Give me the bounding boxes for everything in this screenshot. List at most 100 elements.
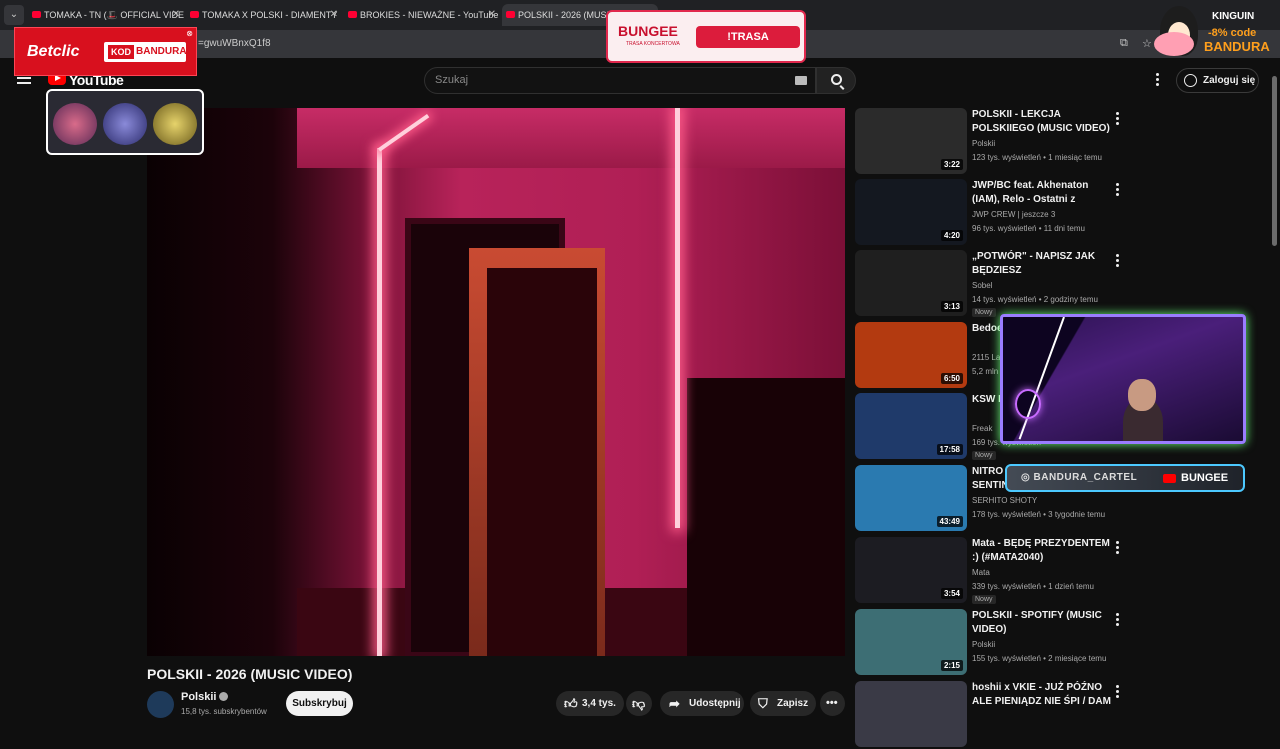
recommended-title[interactable]: POLSKII - LEKCJA POLSKIIEGO (MUSIC VIDEO… <box>972 108 1112 136</box>
video-thumbnail[interactable]: 3:13 <box>855 250 967 316</box>
recommended-channel[interactable]: Sobel <box>972 281 992 290</box>
video-frame <box>147 108 845 656</box>
recommended-title[interactable]: POLSKII - SPOTIFY (MUSIC VIDEO) <box>972 609 1112 637</box>
account-icon <box>1184 74 1197 87</box>
video-thumbnail[interactable]: 3:22 <box>855 108 967 174</box>
kinguin-discount: -8% code <box>1208 27 1257 39</box>
video-thumbnail[interactable]: 3:54 <box>855 537 967 603</box>
tab-label: TOMAKA - TN (🎩 OFFICIAL VIDEO) <box>44 10 184 20</box>
dislike-button[interactable]: 👎︎ <box>626 691 652 716</box>
emote-icon <box>53 103 97 145</box>
video-thumbnail[interactable] <box>855 681 967 747</box>
recommended-title[interactable]: JWP/BC feat. Akhenaton (IAM), Relo - Ost… <box>972 179 1112 207</box>
bookmark-star-icon[interactable]: ☆ <box>1142 37 1152 50</box>
more-actions-button[interactable]: ••• <box>820 691 845 716</box>
recommended-video[interactable]: 3:54 Mata - BĘDĘ PREZYDENTEM :) (#MATA204… <box>855 537 1125 605</box>
tab-list-dropdown[interactable]: ⌄ <box>4 5 24 25</box>
kinguin-ad-overlay: KINGUIN -8% code BANDURA <box>1154 2 1278 58</box>
channel-avatar[interactable] <box>147 691 174 718</box>
browser-tab[interactable]: BROKIES - NIEWAŻNE - YouTube ✕ <box>344 4 500 26</box>
verified-icon <box>219 692 229 701</box>
more-options-icon[interactable] <box>1116 541 1119 556</box>
more-options-icon[interactable] <box>1116 112 1119 127</box>
video-duration: 3:54 <box>940 588 963 599</box>
promo-code-box: KOD BANDURA <box>104 42 187 62</box>
streamer-webcam-overlay <box>1000 314 1246 444</box>
recommended-channel[interactable]: Freak <box>972 424 992 433</box>
bookmark-icon: ⛉ <box>758 696 768 711</box>
recommended-video[interactable]: 4:20 JWP/BC feat. Akhenaton (IAM), Relo -… <box>855 179 1125 247</box>
close-tab-icon[interactable]: ✕ <box>330 4 338 26</box>
recommended-meta: 96 tys. wyświetleń • 11 dni temu <box>972 224 1085 233</box>
youtube-icon <box>1163 474 1176 483</box>
recommended-video[interactable]: hoshii x VKIE - JUŻ PÓŹNO ALE PIENIĄDZ N… <box>855 681 1125 749</box>
close-tab-icon[interactable]: ✕ <box>488 4 496 26</box>
streamer-head <box>1128 379 1156 411</box>
scrollbar[interactable] <box>1272 66 1278 720</box>
video-duration: 3:13 <box>940 301 963 312</box>
recommended-channel[interactable]: Polskii <box>972 139 995 148</box>
browser-tab[interactable]: TOMAKA - TN (🎩 OFFICIAL VIDEO) ✕ <box>28 4 184 26</box>
close-tab-icon[interactable]: ✕ <box>172 4 180 26</box>
video-thumbnail[interactable]: 17:58 <box>855 393 967 459</box>
more-options-icon[interactable] <box>1116 685 1119 700</box>
keyboard-icon[interactable] <box>795 76 807 85</box>
search-placeholder: Szukaj <box>435 74 469 86</box>
video-player[interactable] <box>147 108 845 656</box>
save-button[interactable]: ⛉ Zapisz <box>750 691 816 716</box>
video-thumbnail[interactable]: 4:20 <box>855 179 967 245</box>
video-thumbnail[interactable]: 43:49 <box>855 465 967 531</box>
recommended-video[interactable]: 3:22 POLSKII - LEKCJA POLSKIIEGO (MUSIC V… <box>855 108 1125 176</box>
kinguin-logo: KINGUIN <box>1212 11 1255 22</box>
more-options-icon[interactable] <box>1116 183 1119 198</box>
bungee-tour-overlay: BUNGEE TRASA KONCERTOWA !TRASA <box>606 10 806 63</box>
settings-more-icon[interactable] <box>1156 73 1159 88</box>
share-button[interactable]: ➦ Udostępnij <box>660 691 744 716</box>
browser-tab[interactable]: TOMAKA X POLSKI - DIAMENTY ✕ <box>186 4 342 26</box>
video-thumbnail[interactable]: 6:50 <box>855 322 967 388</box>
like-button[interactable]: 👍︎ 3,4 tys. <box>556 691 624 716</box>
video-thumbnail[interactable]: 2:15 <box>855 609 967 675</box>
stream-socials-bar: ◎ BANDURA_CARTEL BUNGEE <box>1005 464 1245 492</box>
channel-name[interactable]: Polskii <box>181 691 229 703</box>
video-duration: 3:22 <box>940 159 963 170</box>
recommended-channel[interactable]: Mata <box>972 568 990 577</box>
sign-in-label: Zaloguj się <box>1203 75 1256 86</box>
share-icon: ➦ <box>669 696 680 711</box>
close-icon: ⊗ <box>186 29 193 38</box>
recommended-title[interactable]: hoshii x VKIE - JUŻ PÓŹNO ALE PIENIĄDZ N… <box>972 681 1112 709</box>
video-duration: 4:20 <box>940 230 963 241</box>
recommended-channel[interactable]: JWP CREW | jeszcze 3 <box>972 210 1055 219</box>
sign-in-button[interactable]: Zaloguj się <box>1176 68 1259 93</box>
pig-mascot-icon <box>1154 32 1194 56</box>
instagram-handle: ◎ BANDURA_CARTEL <box>1021 472 1138 483</box>
url-field[interactable]: =gwuWBnxQ1f8 <box>198 38 271 49</box>
new-badge: Nowy <box>972 451 996 460</box>
betclic-logo: Betclic <box>27 43 80 60</box>
subscribe-button[interactable]: Subskrybuj <box>286 691 353 716</box>
recommended-video[interactable]: 3:13 „POTWÓR" - NAPISZ JAK BĘDZIESZ Sobel 1… <box>855 250 1125 318</box>
more-horizontal-icon: ••• <box>826 697 838 709</box>
recommended-title[interactable]: „POTWÓR" - NAPISZ JAK BĘDZIESZ <box>972 250 1112 278</box>
install-app-icon[interactable]: ⧉ <box>1120 37 1128 50</box>
more-options-icon[interactable] <box>1116 613 1119 628</box>
recommended-channel[interactable]: Polskii <box>972 640 995 649</box>
youtube-favicon-icon <box>32 11 41 18</box>
search-icon <box>831 74 842 85</box>
scrollbar-thumb[interactable] <box>1272 76 1277 246</box>
search-button[interactable] <box>816 67 856 94</box>
recommended-video[interactable]: 2:15 POLSKII - SPOTIFY (MUSIC VIDEO) Polsk… <box>855 609 1125 677</box>
recommended-meta: 123 tys. wyświetleń • 1 miesiąc temu <box>972 153 1102 162</box>
recommended-meta: 178 tys. wyświetleń • 3 tygodnie temu <box>972 510 1106 519</box>
video-duration: 43:49 <box>936 516 963 527</box>
recommended-channel[interactable]: SERHITO SHOTY <box>972 496 1037 505</box>
recommended-title[interactable]: Mata - BĘDĘ PREZYDENTEM :) (#MATA2040) <box>972 537 1112 565</box>
recommended-meta: 339 tys. wyświetleń • 1 dzień temu <box>972 582 1094 591</box>
thumbs-up-icon: 👍︎ <box>564 696 578 711</box>
search-input[interactable]: Szukaj <box>424 67 816 94</box>
trasa-command: !TRASA <box>696 26 800 48</box>
emote-overlay <box>46 89 204 155</box>
more-options-icon[interactable] <box>1116 254 1119 269</box>
new-badge: Nowy <box>972 595 996 604</box>
emote-icon <box>153 103 197 145</box>
